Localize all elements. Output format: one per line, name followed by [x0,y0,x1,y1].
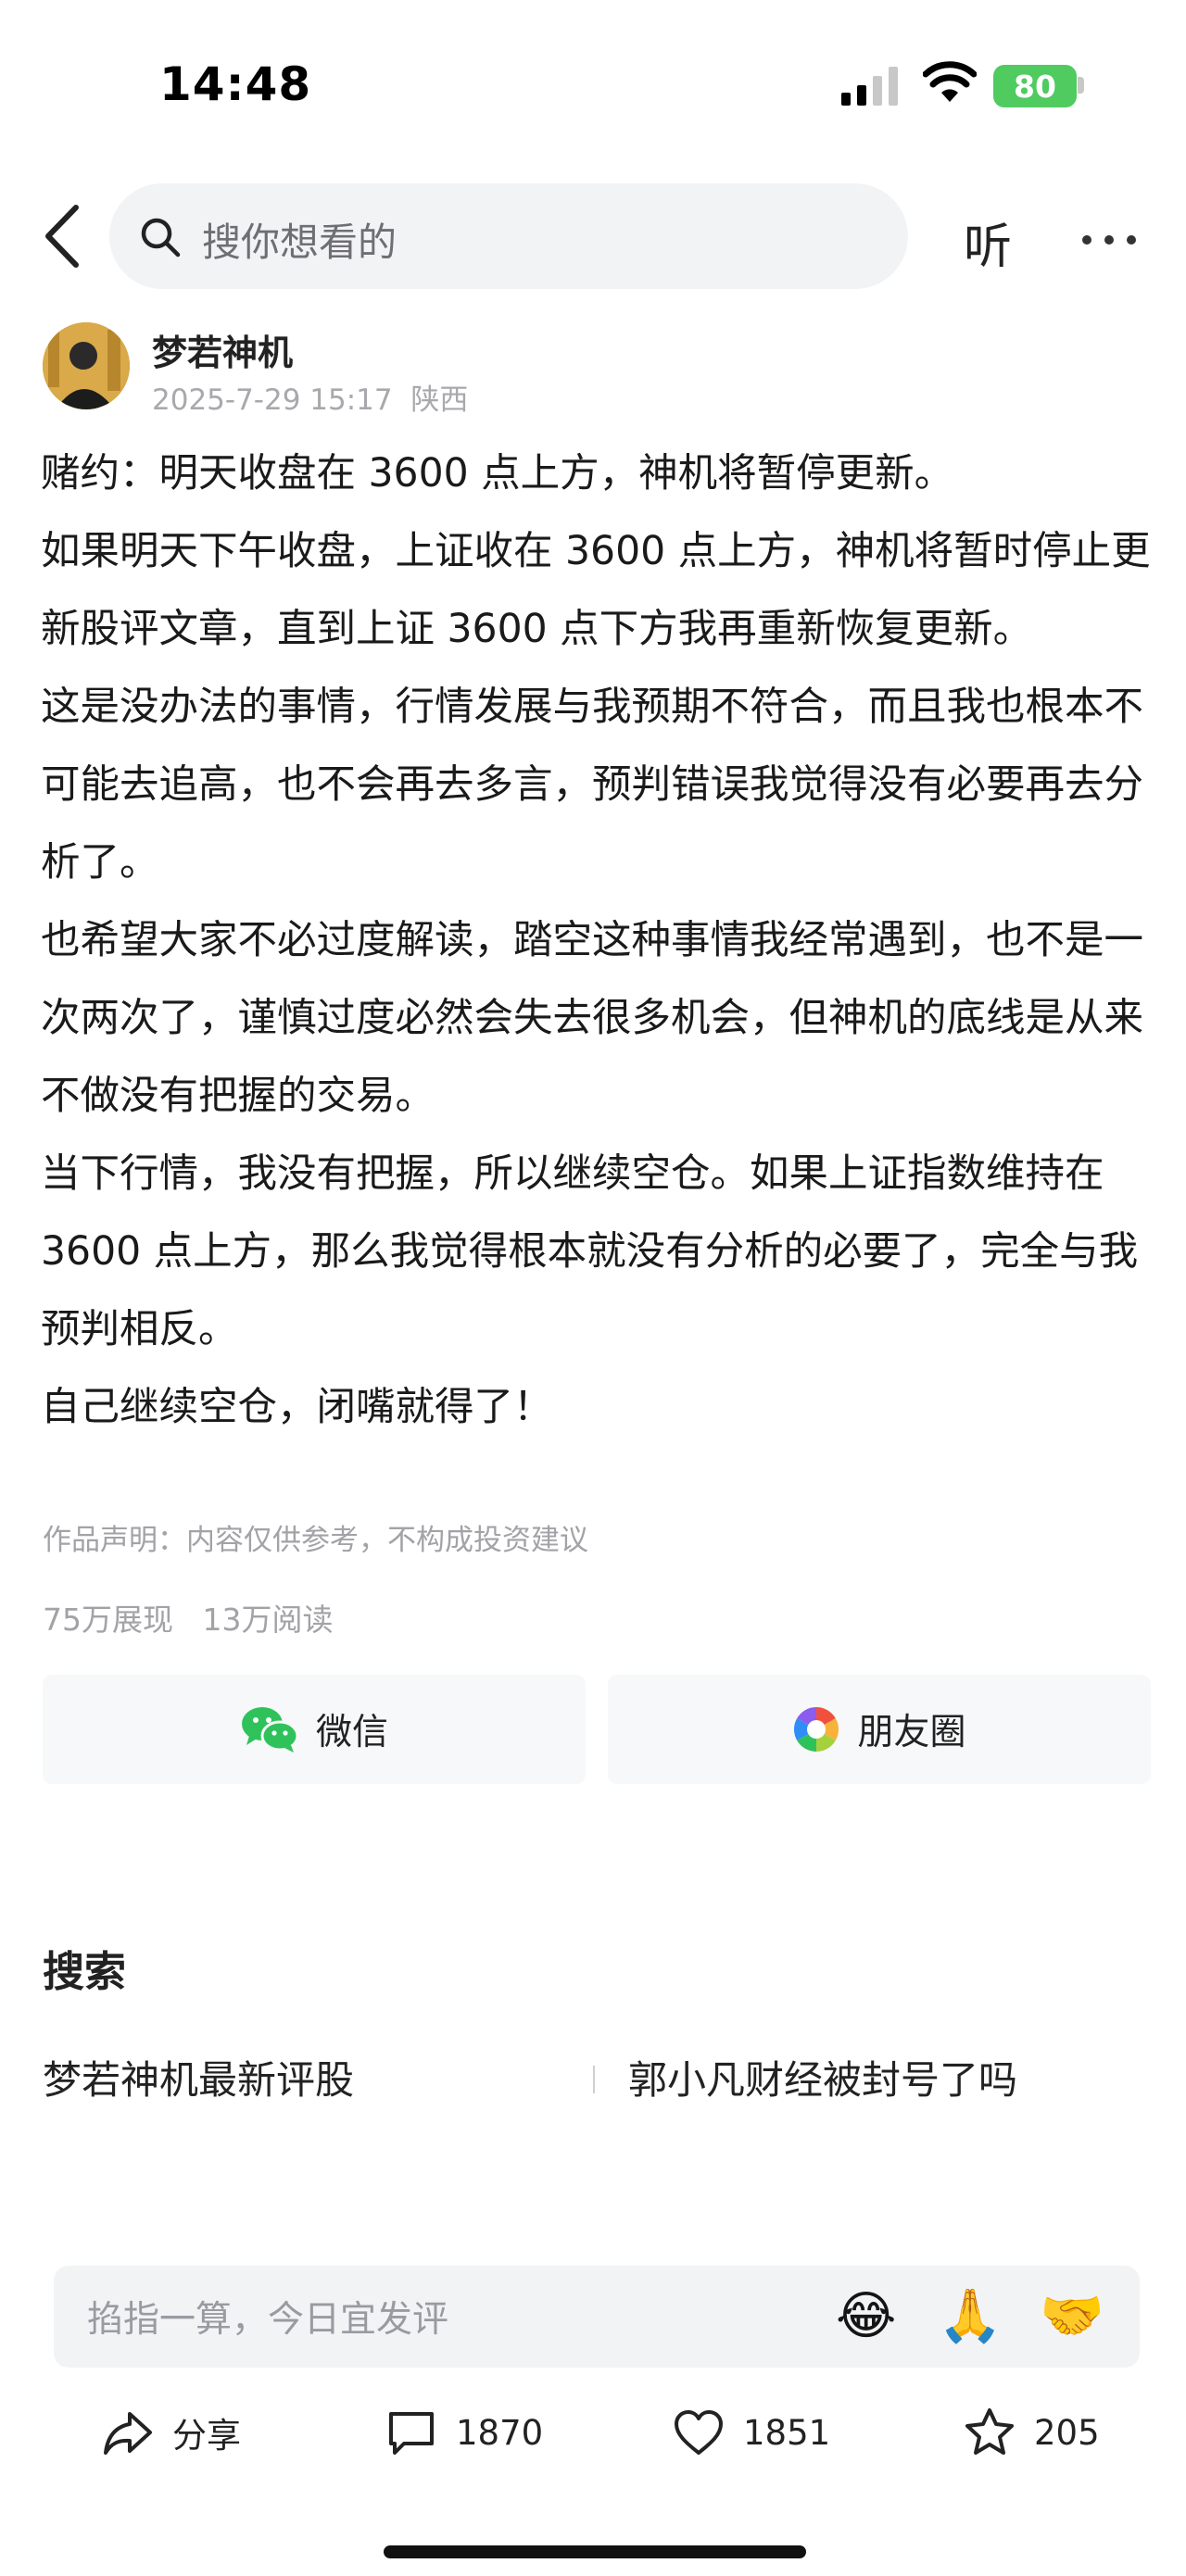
search-section-title: 搜索 [43,1947,127,1996]
share-wechat-label: 微信 [315,1712,388,1753]
laughing-emoji[interactable]: 😂 [836,2284,896,2349]
battery-indicator: 80 [993,65,1077,107]
search-icon [141,218,181,258]
cellular-signal-icon [841,67,898,106]
comment-icon [389,2412,434,2455]
share-wechat-button[interactable]: 微信 [43,1675,586,1784]
post-location: 陕西 [410,383,469,417]
handshake-emoji[interactable]: 🤝 [1040,2284,1104,2349]
status-time: 14:48 [159,57,312,111]
wifi-icon [923,61,977,102]
comment-count: 1870 [456,2412,544,2453]
comment-placeholder[interactable]: 掐指一算，今日宜发评 [87,2291,448,2343]
impression-count: 75万展现 [43,1602,173,1638]
related-search-item[interactable]: 梦若神机最新评股 [43,2049,354,2105]
share-moments-label: 朋友圈 [857,1712,966,1753]
star-icon [965,2408,1014,2455]
article-paragraph: 如果明天下午收盘，上证收在 3600 点上方，神机将暂时停止更新股评文章，直到上… [41,529,1151,652]
listen-button[interactable]: 听 [964,207,1012,277]
article-paragraph: 当下行情，我没有把握，所以继续空仓。如果上证指数维持在 3600 点上方，那么我… [41,1151,1139,1352]
wechat-icon [241,1707,299,1753]
author-name[interactable]: 梦若神机 [152,324,293,375]
author-avatar[interactable] [43,322,130,409]
battery-level: 80 [1014,68,1056,105]
article-paragraph: 这是没办法的事情，行情发展与我预期不符合，而且我也根本不可能去追高，也不会再去多… [41,685,1144,886]
related-search-item[interactable]: 郭小凡财经被封号了吗 [628,2049,1017,2105]
favorite-count: 205 [1034,2412,1100,2453]
heart-icon [675,2410,723,2455]
home-indicator[interactable] [384,2545,806,2558]
read-count: 13万阅读 [202,1602,334,1638]
pray-emoji[interactable]: 🙏 [938,2284,1003,2349]
avatar-image [43,322,130,409]
share-moments-button[interactable]: 朋友圈 [608,1675,1151,1784]
article-body: 赌约：明天收盘在 3600 点上方，神机将暂停更新。 如果明天下午收盘，上证收在… [41,435,1153,1447]
post-meta: 2025-7-29 15:17 陕西 [152,376,468,418]
more-options-icon[interactable] [1082,235,1138,245]
related-divider [593,2066,595,2093]
like-count: 1851 [743,2412,831,2453]
comment-action[interactable]: 1870 [385,2405,543,2460]
article-paragraph: 也希望大家不必过度解读，踏空这种事情我经常遇到，也不是一次两次了，谨慎过度必然会… [41,918,1144,1119]
article-paragraph: 赌约：明天收盘在 3600 点上方，神机将暂停更新。 [41,451,954,496]
favorite-action[interactable]: 205 [964,2405,1100,2460]
moments-icon [794,1707,839,1752]
share-action[interactable]: 分享 [102,2405,241,2460]
search-placeholder[interactable]: 搜你想看的 [202,211,397,268]
share-arrow-icon [104,2412,152,2455]
share-label: 分享 [172,2416,241,2456]
post-stats: 75万展现 13万阅读 [43,1595,333,1640]
content-disclaimer: 作品声明：内容仅供参考，不构成投资建议 [43,1524,588,1557]
post-date: 2025-7-29 15:17 [152,383,393,417]
battery-cap [1078,77,1084,94]
article-paragraph: 自己继续空仓，闭嘴就得了！ [41,1385,553,1430]
like-action[interactable]: 1851 [673,2405,830,2460]
back-arrow-icon[interactable] [43,204,82,269]
